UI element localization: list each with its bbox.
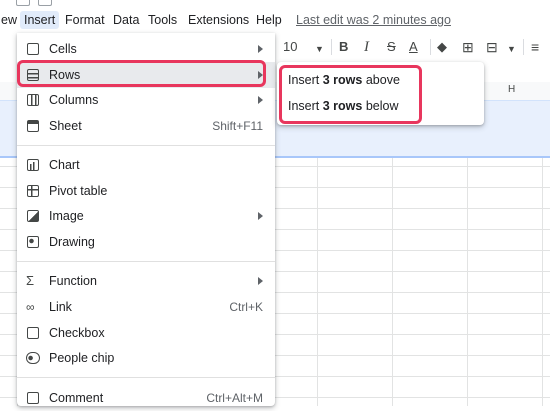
last-edit-link[interactable]: Last edit was 2 minutes ago	[296, 11, 451, 29]
menu-item-label: Image	[49, 209, 84, 223]
sheet-icon	[27, 120, 39, 132]
rows-highlight-box	[17, 60, 266, 87]
menu-item-comment[interactable]: Comment Ctrl+Alt+M	[17, 385, 275, 411]
menu-item-sheet[interactable]: Sheet Shift+F11	[17, 113, 275, 139]
link-icon: ∞	[26, 300, 35, 314]
menu-item-label: Checkbox	[49, 326, 105, 340]
column-header-h[interactable]: H	[508, 84, 515, 95]
menu-item-cells[interactable]: Cells	[17, 36, 275, 62]
align-icon[interactable]: ≡	[531, 38, 539, 56]
checkbox-icon	[27, 327, 39, 339]
menu-bar: ew Insert Format Data Tools Extensions H…	[0, 9, 550, 31]
menu-item-drawing[interactable]: Drawing	[17, 229, 275, 255]
cells-icon	[27, 43, 39, 55]
submenu-highlight-box	[279, 65, 422, 124]
menu-item-chart[interactable]: Chart	[17, 152, 275, 178]
menu-divider	[17, 145, 275, 146]
bold-button[interactable]: B	[339, 38, 348, 56]
merge-dropdown-icon[interactable]: ▼	[507, 40, 516, 58]
menu-divider	[17, 377, 275, 378]
menu-item-label: Sheet	[49, 119, 82, 133]
submenu-arrow-icon	[258, 277, 263, 285]
comment-icon	[27, 392, 39, 404]
italic-button[interactable]: I	[364, 38, 369, 56]
shortcut-label: Shift+F11	[212, 119, 263, 133]
toolbar-divider	[430, 39, 431, 55]
menu-insert[interactable]: Insert	[20, 11, 60, 29]
menu-item-label: Chart	[49, 158, 80, 172]
fill-color-icon[interactable]: ◆	[437, 38, 447, 56]
folder-icon	[38, 0, 52, 6]
submenu-arrow-icon	[258, 45, 263, 53]
menu-help[interactable]: Help	[252, 11, 286, 29]
menu-item-label: Comment	[49, 391, 104, 405]
columns-icon	[27, 94, 39, 106]
menu-format[interactable]: Format	[61, 11, 109, 29]
menu-tools[interactable]: Tools	[144, 11, 181, 29]
menu-item-people-chip[interactable]: People chip	[17, 345, 275, 371]
menu-item-link[interactable]: ∞ Link Ctrl+K	[17, 294, 275, 320]
menu-item-label: People chip	[49, 351, 115, 365]
borders-icon[interactable]: ⊞	[462, 38, 474, 56]
menu-item-label: Drawing	[49, 235, 95, 249]
title-strip	[0, 0, 550, 8]
merge-cells-icon[interactable]: ⊟	[486, 38, 498, 56]
menu-item-label: Columns	[49, 93, 99, 107]
menu-view[interactable]: ew	[0, 11, 21, 29]
menu-item-label: Cells	[49, 42, 77, 56]
function-icon: Σ	[26, 273, 35, 288]
people-chip-icon	[26, 352, 40, 364]
menu-item-pivot-table[interactable]: Pivot table	[17, 178, 275, 204]
submenu-arrow-icon	[258, 96, 263, 104]
text-color-button[interactable]: A	[409, 38, 418, 56]
menu-extensions[interactable]: Extensions	[184, 11, 253, 29]
menu-item-image[interactable]: Image	[17, 203, 275, 229]
menu-divider	[17, 261, 275, 262]
drawing-icon	[27, 236, 39, 248]
font-size-dropdown-icon[interactable]: ▼	[315, 40, 324, 58]
menu-item-label: Function	[49, 274, 97, 288]
shortcut-label: Ctrl+Alt+M	[206, 391, 263, 405]
menu-data[interactable]: Data	[109, 11, 143, 29]
menu-item-label: Link	[49, 300, 72, 314]
menu-item-function[interactable]: Σ Function	[17, 268, 275, 294]
doc-icon	[16, 0, 30, 6]
toolbar-divider	[523, 39, 524, 55]
toolbar-divider	[331, 39, 332, 55]
chart-icon	[27, 159, 39, 171]
submenu-arrow-icon	[258, 212, 263, 220]
menu-item-label: Pivot table	[49, 184, 108, 198]
toolbar: 10 ▼ B I S A ◆ ⊞ ⊟ ▼ ≡	[275, 33, 550, 61]
font-size-value[interactable]: 10	[283, 38, 297, 56]
insert-menu: Cells Rows Columns Sheet Shift+F11 Chart…	[17, 33, 275, 406]
menu-item-columns[interactable]: Columns	[17, 87, 275, 113]
shortcut-label: Ctrl+K	[229, 300, 263, 314]
image-icon	[27, 210, 39, 222]
menu-item-checkbox[interactable]: Checkbox	[17, 320, 275, 346]
pivot-table-icon	[27, 185, 39, 197]
strikethrough-button[interactable]: S	[387, 38, 396, 56]
